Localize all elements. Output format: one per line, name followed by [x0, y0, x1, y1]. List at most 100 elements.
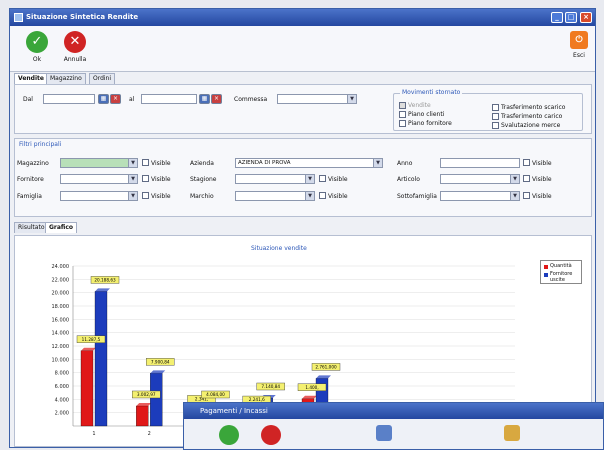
bar-top	[316, 375, 331, 379]
y-tick-label: 20.000	[52, 291, 70, 297]
cancel-icon[interactable]	[261, 425, 281, 445]
chart-legend: Quantità Fornitore uscite	[540, 260, 582, 284]
pagamenti-popup: Pagamenti / Incassi	[183, 402, 604, 450]
stagione-visible-checkbox[interactable]	[319, 175, 326, 182]
chevron-down-icon: ▼	[373, 159, 382, 167]
maximize-button[interactable]: □	[565, 12, 577, 23]
chevron-down-icon: ▼	[510, 175, 519, 183]
title-bar: Situazione Sintetica Rendite _ □ ×	[10, 9, 595, 26]
cancel-icon: ✕	[64, 31, 86, 53]
ok-button[interactable]: ✓ Ok	[20, 31, 54, 63]
tab-grafico[interactable]: Grafico	[45, 222, 78, 233]
legend-swatch	[544, 265, 548, 269]
chevron-down-icon: ▼	[510, 192, 519, 200]
anno-field[interactable]	[440, 158, 520, 168]
popup-title: Pagamenti / Incassi	[184, 403, 603, 419]
chevron-down-icon: ▼	[128, 175, 137, 183]
stagione-select[interactable]: ▼	[235, 174, 315, 184]
chart-bar	[94, 291, 108, 427]
al-field[interactable]	[141, 94, 197, 104]
filtri-panel: Filtri principali Magazzino ▼ Visible Fo…	[14, 138, 592, 217]
data-label: 7.140,84	[261, 384, 280, 389]
data-label: 4.084,00	[206, 392, 225, 397]
bar-top	[302, 395, 317, 399]
y-tick-label: 4.000	[55, 397, 69, 403]
y-tick-label: 10.000	[52, 357, 70, 363]
y-tick-label: 14.000	[52, 331, 70, 337]
filtri-title: Filtri principali	[19, 141, 62, 148]
magazzino-select[interactable]: ▼	[60, 158, 138, 168]
tab-magazzino[interactable]: Magazzino	[46, 73, 86, 84]
piano-clienti-checkbox[interactable]	[399, 111, 406, 118]
chevron-down-icon: ▼	[347, 95, 356, 103]
data-label: 20.188,63	[94, 277, 116, 282]
window-title: Situazione Sintetica Rendite	[26, 13, 139, 21]
azienda-select[interactable]: AZIENDA DI PROVA ▼	[235, 158, 383, 168]
y-tick-label: 8.000	[55, 371, 69, 377]
commessa-select[interactable]: ▼	[277, 94, 357, 104]
x-tick-label: 2	[148, 431, 151, 437]
chevron-down-icon: ▼	[128, 192, 137, 200]
bar-top	[136, 402, 152, 406]
data-label: 3.002,97	[137, 392, 156, 397]
tab-risultato[interactable]: Risultato	[14, 222, 49, 233]
bar-top	[81, 347, 96, 351]
data-label: 2.761,000	[315, 364, 337, 369]
vendite-checkbox[interactable]	[399, 102, 406, 109]
sottofamiglia-select[interactable]: ▼	[440, 191, 520, 201]
fornitore-select[interactable]: ▼	[60, 174, 138, 184]
movimenti-group: Movimenti stornato Vendite Piano clienti…	[393, 89, 583, 131]
y-tick-label: 22.000	[52, 277, 70, 283]
esci-button[interactable]: ⏻ Esci	[562, 31, 595, 59]
famiglia-visible-checkbox[interactable]	[142, 192, 149, 199]
magazzino-visible-checkbox[interactable]	[142, 159, 149, 166]
svalutazione-checkbox[interactable]	[492, 122, 499, 129]
check-icon[interactable]	[219, 425, 239, 445]
data-label: 11.287,5	[82, 337, 101, 342]
trasf-carico-checkbox[interactable]	[492, 113, 499, 120]
y-tick-label: 2.000	[55, 411, 69, 417]
data-label: 7.900,84	[151, 359, 170, 364]
movimenti-title: Movimenti stornato	[400, 89, 463, 96]
calendar-icon[interactable]: ▦	[98, 94, 109, 104]
clear-icon[interactable]: ×	[211, 94, 222, 104]
tab-ordini[interactable]: Ordini	[89, 73, 116, 84]
annulla-button[interactable]: ✕ Annulla	[58, 31, 92, 63]
tab-vendite[interactable]: Vendite	[14, 73, 48, 84]
clear-icon[interactable]: ×	[110, 94, 121, 104]
anno-visible-checkbox[interactable]	[523, 159, 530, 166]
famiglia-select[interactable]: ▼	[60, 191, 138, 201]
chevron-down-icon: ▼	[128, 159, 137, 167]
marchio-select[interactable]: ▼	[235, 191, 315, 201]
main-window: Situazione Sintetica Rendite _ □ × ✓ Ok …	[9, 8, 596, 448]
al-label: al	[129, 96, 135, 103]
toolbar: ✓ Ok ✕ Annulla ⏻ Esci	[10, 26, 595, 72]
dal-field[interactable]	[43, 94, 95, 104]
legend-swatch	[544, 273, 548, 277]
users-icon[interactable]	[376, 425, 392, 441]
close-button[interactable]: ×	[580, 12, 592, 23]
calendar-icon[interactable]: ▦	[199, 94, 210, 104]
marchio-visible-checkbox[interactable]	[319, 192, 326, 199]
commessa-label: Commessa	[234, 96, 268, 103]
data-label: 1.400,	[305, 385, 318, 390]
piano-fornitore-checkbox[interactable]	[399, 120, 406, 127]
trasf-scarico-checkbox[interactable]	[492, 104, 499, 111]
y-tick-label: 6.000	[55, 384, 69, 390]
check-icon: ✓	[26, 31, 48, 53]
folder-icon[interactable]	[504, 425, 520, 441]
chart-bar	[80, 350, 94, 427]
chart-bar	[150, 373, 163, 427]
exit-icon: ⏻	[570, 31, 588, 49]
minimize-button[interactable]: _	[551, 12, 563, 23]
x-tick-label: 1	[92, 431, 95, 437]
chevron-down-icon: ▼	[305, 192, 314, 200]
articolo-select[interactable]: ▼	[440, 174, 520, 184]
dal-label: Dal	[23, 96, 33, 103]
chart-bar	[136, 405, 149, 427]
fornitore-visible-checkbox[interactable]	[142, 175, 149, 182]
sottofamiglia-visible-checkbox[interactable]	[523, 192, 530, 199]
articolo-visible-checkbox[interactable]	[523, 175, 530, 182]
y-tick-label: 16.000	[52, 317, 70, 323]
app-icon	[14, 13, 23, 22]
